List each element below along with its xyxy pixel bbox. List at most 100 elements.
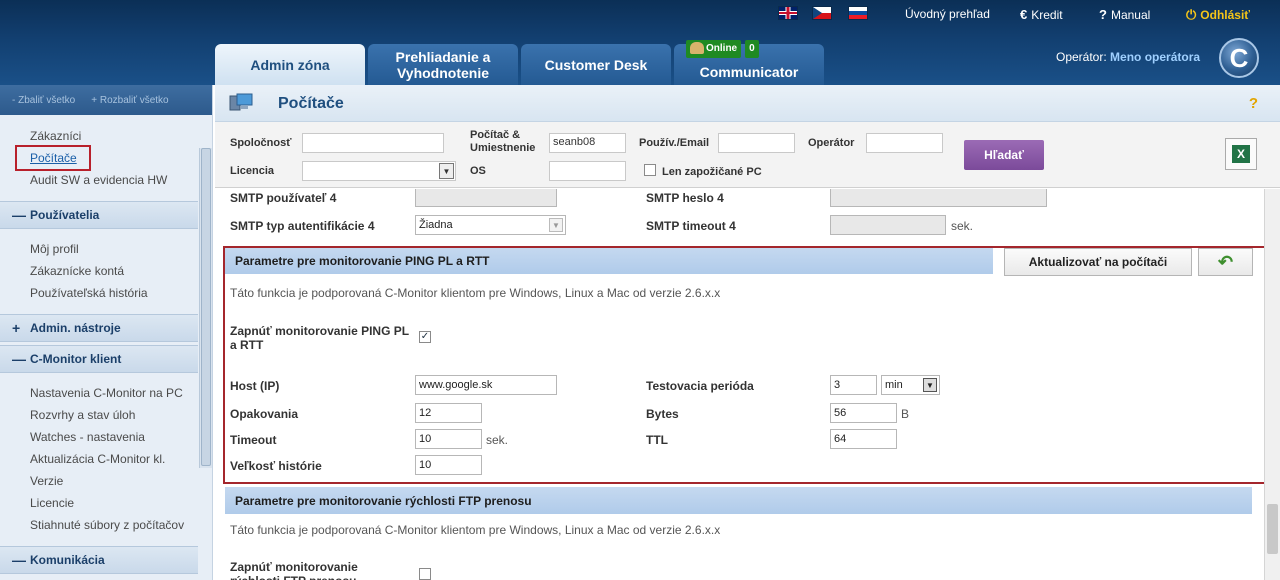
ping-info-text: Táto funkcia je podporovaná C-Monitor kl… (230, 286, 721, 300)
main-panel: Počítače ? Spoločnosť Počítač & Umiestne… (215, 85, 1280, 580)
sidebar-section-users[interactable]: — Používatelia (0, 201, 198, 229)
computer-input[interactable]: seanb08 (549, 133, 626, 153)
search-button[interactable]: Hľadať (964, 140, 1044, 170)
sidebar-section-admin-tools[interactable]: + Admin. nástroje (0, 314, 198, 342)
bytes-unit: B (901, 407, 910, 421)
timeout-input[interactable]: 10 (415, 429, 482, 449)
smtp-password4-input[interactable] (830, 189, 1047, 207)
collapse-all-link[interactable]: - Zbaliť všetko (12, 95, 75, 106)
license-select[interactable]: ▼ (302, 161, 456, 181)
dropdown-arrow-icon: ▼ (439, 163, 454, 179)
collapse-bar: - Zbaliť všetko + Rozbaliť všetko (0, 85, 212, 115)
page-title-bar: Počítače ? (215, 85, 1280, 122)
tab-admin-zone[interactable]: Admin zóna (215, 44, 365, 85)
operator-input[interactable] (866, 133, 943, 153)
sidebar-item-my-profile[interactable]: Môj profil (30, 242, 79, 256)
main-tabs: Admin zóna Prehliadanie a Vyhodnotenie C… (215, 40, 824, 85)
app-logo: C (1219, 38, 1259, 78)
page-title: Počítače (278, 95, 344, 112)
sidebar-item-watches[interactable]: Watches - nastavenia (30, 430, 145, 444)
history-size-label: Veľkosť histórie (230, 459, 322, 473)
ftp-section-header: Parametre pre monitorovanie rýchlosti FT… (225, 487, 1252, 514)
sidebar-section-cmonitor[interactable]: — C-Monitor klient (0, 345, 198, 373)
tab-label: Prehliadanie a Vyhodnotenie (395, 48, 491, 81)
online-status-badge: Online (686, 40, 742, 58)
dropdown-arrow-icon: ▼ (549, 218, 563, 232)
content-scroll-thumb[interactable] (1267, 504, 1278, 554)
sidebar-item-audit[interactable]: Audit SW a evidencia HW (30, 173, 167, 187)
history-size-input[interactable]: 10 (415, 455, 482, 475)
content-scrollbar[interactable] (1264, 189, 1280, 580)
company-input[interactable] (302, 133, 444, 153)
sidebar-item-licenses[interactable]: Licencie (30, 496, 74, 510)
host-input[interactable]: www.google.sk (415, 375, 557, 395)
smtp-password4-label: SMTP heslo 4 (646, 191, 724, 205)
manual-label: Manual (1110, 7, 1151, 22)
top-header: Úvodný prehľad € Kredit ? Manual ⏻ Odhlásiť… (0, 0, 1280, 85)
selection-highlight (15, 145, 91, 171)
sidebar-scrollbar[interactable] (199, 148, 212, 468)
ping-section-highlight (223, 246, 1277, 484)
operator-info: Operátor: Meno operátora (1056, 50, 1201, 64)
operator-filter-label: Operátor (808, 137, 855, 149)
expand-all-link[interactable]: + Rozbaliť všetko (91, 95, 168, 106)
power-icon: ⏻ (1186, 7, 1197, 22)
smtp-user4-input[interactable] (415, 189, 557, 207)
flag-cz-icon[interactable] (812, 6, 832, 20)
online-status: Online 0 (686, 40, 759, 58)
ping-enable-checkbox[interactable]: ✓ (419, 331, 431, 343)
smtp-timeout4-input[interactable] (830, 215, 946, 235)
plus-icon: + (12, 320, 21, 336)
help-icon[interactable]: ? (1249, 95, 1258, 112)
dropdown-arrow-icon: ▼ (923, 378, 937, 392)
test-period-unit-select[interactable]: min ▼ (881, 375, 940, 395)
bytes-input[interactable]: 56 (830, 403, 897, 423)
computer-icon (229, 93, 253, 111)
ttl-label: TTL (646, 433, 668, 447)
ping-section-header: Parametre pre monitorovanie PING PL a RT… (225, 247, 993, 274)
update-on-computer-button[interactable]: Aktualizovať na počítači (1004, 248, 1192, 276)
repeat-input[interactable]: 12 (415, 403, 482, 423)
company-label: Spoločnosť (230, 137, 292, 149)
sidebar-item-cmonitor-settings[interactable]: Nastavenia C-Monitor na PC (30, 386, 183, 400)
test-period-input[interactable]: 3 (830, 375, 877, 395)
overview-label: Úvodný prehľad (905, 7, 990, 21)
license-label: Licencia (230, 165, 275, 177)
sidebar-item-cmonitor-update[interactable]: Aktualizácia C-Monitor kl. (30, 452, 165, 466)
smtp-auth4-select[interactable]: Žiadna ▼ (415, 215, 566, 235)
overview-link[interactable]: Úvodný prehľad (905, 7, 990, 21)
user-email-input[interactable] (718, 133, 795, 153)
sidebar-item-schedules[interactable]: Rozvrhy a stav úloh (30, 408, 135, 422)
sidebar-scroll-thumb[interactable] (201, 148, 211, 466)
ttl-input[interactable]: 64 (830, 429, 897, 449)
tab-communicator[interactable]: Online 0 Communicator (674, 40, 824, 85)
ftp-enable-checkbox[interactable] (419, 568, 431, 580)
sidebar-item-customers[interactable]: Zákazníci (30, 129, 81, 143)
logout-link[interactable]: ⏻ Odhlásiť (1186, 7, 1250, 23)
borrowed-pc-checkbox[interactable] (644, 164, 656, 176)
tab-customer-desk[interactable]: Customer Desk (521, 44, 671, 85)
euro-icon: € (1020, 7, 1028, 22)
test-period-label: Testovacia perióda (646, 379, 754, 393)
manual-link[interactable]: ? Manual (1099, 7, 1150, 22)
sidebar-item-user-history[interactable]: Používateľská história (30, 286, 148, 300)
sidebar-item-versions[interactable]: Verzie (30, 474, 63, 488)
tab-browsing-evaluation[interactable]: Prehliadanie a Vyhodnotenie (368, 44, 518, 85)
os-input[interactable] (549, 161, 626, 181)
flag-uk-icon[interactable] (778, 6, 798, 20)
ping-enable-label: Zapnúť monitorovanie PING PL a RTT (230, 324, 409, 352)
user-email-label: Použív./Email (639, 137, 710, 149)
export-excel-button[interactable]: X (1225, 138, 1257, 170)
undo-button[interactable]: ↶ (1198, 248, 1253, 276)
credit-label: Kredit (1031, 7, 1063, 22)
credit-link[interactable]: € Kredit (1020, 7, 1063, 22)
question-icon: ? (1099, 7, 1107, 22)
flag-sk-icon[interactable] (848, 6, 868, 20)
sidebar-section-communication[interactable]: — Komunikácia (0, 546, 198, 574)
bytes-label: Bytes (646, 407, 679, 421)
computer-label: Počítač & Umiestnenie (470, 129, 536, 154)
sidebar-item-customer-accounts[interactable]: Zákaznícke kontá (30, 264, 124, 278)
smtp-user4-label: SMTP používateľ 4 (230, 191, 337, 205)
sidebar-item-downloaded-files[interactable]: Stiahnuté súbory z počítačov (30, 518, 184, 532)
repeat-label: Opakovania (230, 407, 299, 421)
